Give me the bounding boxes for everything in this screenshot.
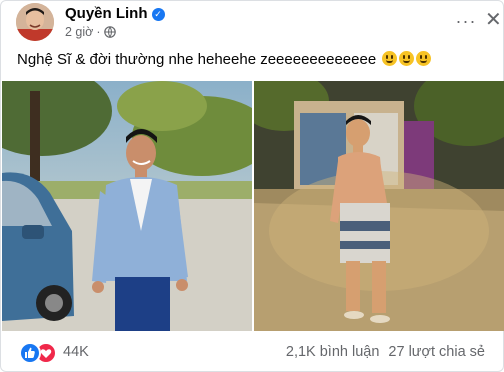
- post-meta: 2 giờ ·: [65, 25, 116, 41]
- engagement-stats: 2,1K bình luận 27 lượt chia sẻ: [286, 344, 485, 360]
- facebook-post: Quyền Linh ✓ 2 giờ · ··· ✕ Nghệ Sĩ & đời t…: [0, 0, 504, 372]
- more-options-button[interactable]: ···: [453, 11, 479, 31]
- post-photo-casual[interactable]: [254, 81, 504, 331]
- verified-badge-icon: ✓: [151, 8, 165, 21]
- smile-emoji-icon: [382, 51, 398, 66]
- share-count[interactable]: 27 lượt chia sẻ: [388, 344, 485, 360]
- globe-icon: [103, 26, 116, 41]
- comment-count[interactable]: 2,1K bình luận: [286, 344, 380, 360]
- post-photo-suit[interactable]: [2, 81, 252, 331]
- author-name-text[interactable]: Quyền Linh: [65, 5, 148, 22]
- author-avatar[interactable]: [16, 3, 54, 41]
- smile-emoji-icon: [416, 51, 432, 66]
- meta-separator: ·: [96, 25, 101, 39]
- author-name[interactable]: Quyền Linh ✓: [65, 5, 165, 22]
- like-icon: [19, 342, 41, 364]
- post-time[interactable]: 2 giờ: [65, 25, 93, 39]
- close-button[interactable]: ✕: [485, 10, 504, 30]
- smile-emoji-icon: [399, 51, 415, 66]
- reaction-count[interactable]: 44K: [63, 344, 89, 360]
- post-caption: Nghệ Sĩ & đời thường nhe heheehe zeeeeee…: [17, 51, 432, 68]
- caption-text: Nghệ Sĩ & đời thường nhe heheehe zeeeeee…: [17, 51, 377, 68]
